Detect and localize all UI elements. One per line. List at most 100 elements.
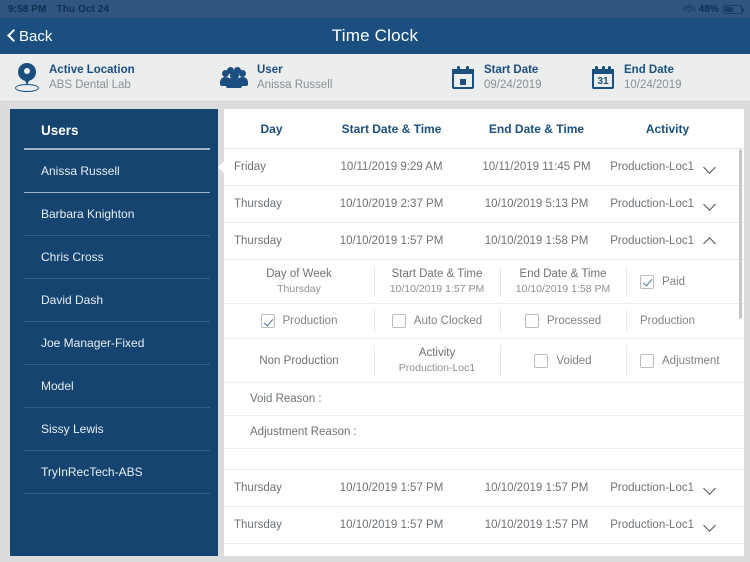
cell-activity: Production-Loc1 — [609, 482, 726, 494]
sidebar-item-label: Joe Manager-Fixed — [41, 336, 145, 350]
scrollbar-thumb[interactable] — [739, 149, 742, 319]
detail-spacer — [224, 449, 744, 469]
detail-paid-cell[interactable]: Paid — [626, 260, 744, 303]
cell-end: 10/10/2019 5:13 PM — [484, 198, 589, 210]
sidebar-item-david-dash[interactable]: David Dash — [24, 279, 210, 322]
detail-end-date-time: End Date & Time 10/10/2019 1:58 PM — [500, 260, 626, 303]
sidebar-item-label: Anissa Russell — [41, 164, 120, 178]
production-label: Production — [282, 315, 338, 327]
cell-activity-label: Production-Loc1 — [610, 161, 694, 173]
user-label: User — [257, 64, 283, 76]
chevron-down-icon[interactable] — [703, 163, 716, 171]
cell-activity: Production-Loc1 — [609, 235, 726, 247]
adjustment-label: Adjustment — [662, 354, 720, 367]
voided-cell[interactable]: Voided — [500, 339, 626, 382]
table-row[interactable]: Thursday 10/10/2019 1:57 PM 10/10/2019 1… — [224, 470, 744, 507]
cell-activity-label: Production-Loc1 — [610, 519, 694, 531]
start-date-field[interactable]: Start Date 09/24/2019 — [445, 64, 585, 91]
cell-day: Thursday — [234, 235, 282, 247]
status-right: 48% — [682, 4, 744, 15]
users-sidebar: Users Anissa Russell Barbara Knighton Ch… — [10, 109, 234, 556]
adjustment-checkbox[interactable] — [640, 353, 654, 368]
voided-label: Voided — [556, 354, 592, 367]
active-location-field[interactable]: Active Location ABS Dental Lab — [0, 62, 215, 93]
sidebar-item-label: Barbara Knighton — [41, 207, 135, 221]
cell-activity-label: Production-Loc1 — [610, 235, 694, 247]
sidebar-item-label: TryInRecTech-ABS — [41, 465, 143, 479]
sidebar-item-anissa-russell[interactable]: Anissa Russell — [24, 149, 210, 193]
table-row[interactable]: Thursday 10/10/2019 1:56 PM 10/10/2019 1… — [224, 544, 744, 556]
production-type-cell: Production — [626, 304, 744, 338]
end-date-label: End Date — [624, 64, 674, 76]
sidebar-title: Users — [24, 109, 210, 149]
adjustment-cell[interactable]: Adjustment — [626, 339, 744, 382]
non-production-cell: Non Production — [224, 339, 374, 382]
entry-detail-panel: Day of Week Thursday Start Date & Time 1… — [224, 260, 744, 470]
detail-activity-label: Activity — [418, 347, 456, 359]
sidebar-item-label: Sissy Lewis — [41, 422, 104, 436]
sidebar-item-barbara-knighton[interactable]: Barbara Knighton — [24, 193, 210, 236]
column-header-start: Start Date & Time — [341, 121, 442, 136]
detail-day-of-week: Day of Week Thursday — [224, 260, 374, 303]
detail-start-value: 10/10/2019 1:57 PM — [389, 283, 485, 295]
sidebar-user-list: Anissa Russell Barbara Knighton Chris Cr… — [10, 149, 218, 494]
start-date-label: Start Date — [484, 64, 539, 76]
sidebar-item-label: Chris Cross — [41, 250, 104, 264]
voided-checkbox[interactable] — [534, 353, 549, 368]
sidebar-item-joe-manager-fixed[interactable]: Joe Manager-Fixed — [24, 322, 210, 365]
navigation-bar: Back Time Clock — [0, 18, 750, 54]
detail-start-label: Start Date & Time — [391, 268, 483, 280]
processed-cell[interactable]: Processed — [500, 304, 626, 338]
auto-clocked-cell[interactable]: Auto Clocked — [374, 304, 500, 338]
sidebar-item-tryinrectech-abs[interactable]: TryInRecTech-ABS — [24, 451, 210, 494]
detail-activity-cell: Activity Production-Loc1 — [374, 339, 500, 382]
adjustment-reason-row: Adjustment Reason : — [224, 416, 744, 449]
start-date-value: 09/24/2019 — [484, 79, 542, 91]
end-date-field[interactable]: 31 End Date 10/24/2019 — [585, 64, 735, 91]
production-checkbox[interactable] — [260, 314, 275, 328]
chevron-down-icon[interactable] — [703, 484, 716, 492]
back-button[interactable]: Back — [0, 28, 52, 45]
production-cell[interactable]: Production — [224, 304, 374, 338]
vertical-scrollbar[interactable] — [739, 149, 742, 552]
status-time: 9:58 PM — [8, 3, 47, 15]
table-row-expanded[interactable]: Thursday 10/10/2019 1:57 PM 10/10/2019 1… — [224, 223, 744, 260]
production-type-value: Production — [640, 315, 695, 327]
cell-activity: Production-Loc1 — [609, 198, 726, 210]
user-field[interactable]: User Anissa Russell — [215, 64, 445, 91]
processed-checkbox[interactable] — [524, 314, 539, 328]
cell-activity: Production-Loc1 — [609, 161, 726, 173]
cell-activity: Production-Loc1 — [609, 519, 726, 531]
chevron-down-icon[interactable] — [703, 200, 716, 208]
detail-end-label: End Date & Time — [519, 268, 607, 280]
cell-start: 10/10/2019 1:57 PM — [339, 235, 444, 247]
cell-start: 10/11/2019 9:29 AM — [340, 161, 443, 173]
detail-row-flags-1: Production Auto Clocked Processed Produc… — [224, 304, 744, 339]
calendar-icon — [451, 65, 475, 90]
chevron-down-icon[interactable] — [703, 521, 716, 529]
sidebar-item-label: Model — [41, 379, 74, 393]
cell-start: 10/10/2019 1:57 PM — [339, 482, 444, 494]
cell-day: Thursday — [234, 198, 282, 210]
table-row[interactable]: Thursday 10/10/2019 1:57 PM 10/10/2019 1… — [224, 507, 744, 544]
timeclock-panel: Day Start Date & Time End Date & Time Ac… — [224, 109, 744, 556]
cell-day: Thursday — [234, 519, 282, 531]
column-header-activity: Activity — [645, 121, 690, 136]
table-row[interactable]: Friday 10/11/2019 9:29 AM 10/11/2019 11:… — [224, 149, 744, 186]
table-body: Friday 10/11/2019 9:29 AM 10/11/2019 11:… — [224, 149, 744, 556]
detail-row-summary: Day of Week Thursday Start Date & Time 1… — [224, 260, 744, 304]
sidebar-item-sissy-lewis[interactable]: Sissy Lewis — [24, 408, 210, 451]
auto-clocked-checkbox[interactable] — [391, 314, 406, 328]
column-header-day: Day — [260, 121, 283, 136]
sidebar-item-chris-cross[interactable]: Chris Cross — [24, 236, 210, 279]
chevron-up-icon[interactable] — [703, 237, 716, 245]
paid-checkbox[interactable] — [640, 274, 654, 289]
detail-row-flags-2: Non Production Activity Production-Loc1 … — [224, 339, 744, 383]
paid-label: Paid — [662, 275, 686, 288]
table-row[interactable]: Thursday 10/10/2019 2:37 PM 10/10/2019 5… — [224, 186, 744, 223]
body: Users Anissa Russell Barbara Knighton Ch… — [0, 102, 750, 562]
status-date: Thu Oct 24 — [56, 3, 110, 15]
active-location-value: ABS Dental Lab — [49, 79, 131, 91]
sidebar-item-model[interactable]: Model — [24, 365, 210, 408]
cell-start: 10/10/2019 2:37 PM — [339, 198, 444, 210]
